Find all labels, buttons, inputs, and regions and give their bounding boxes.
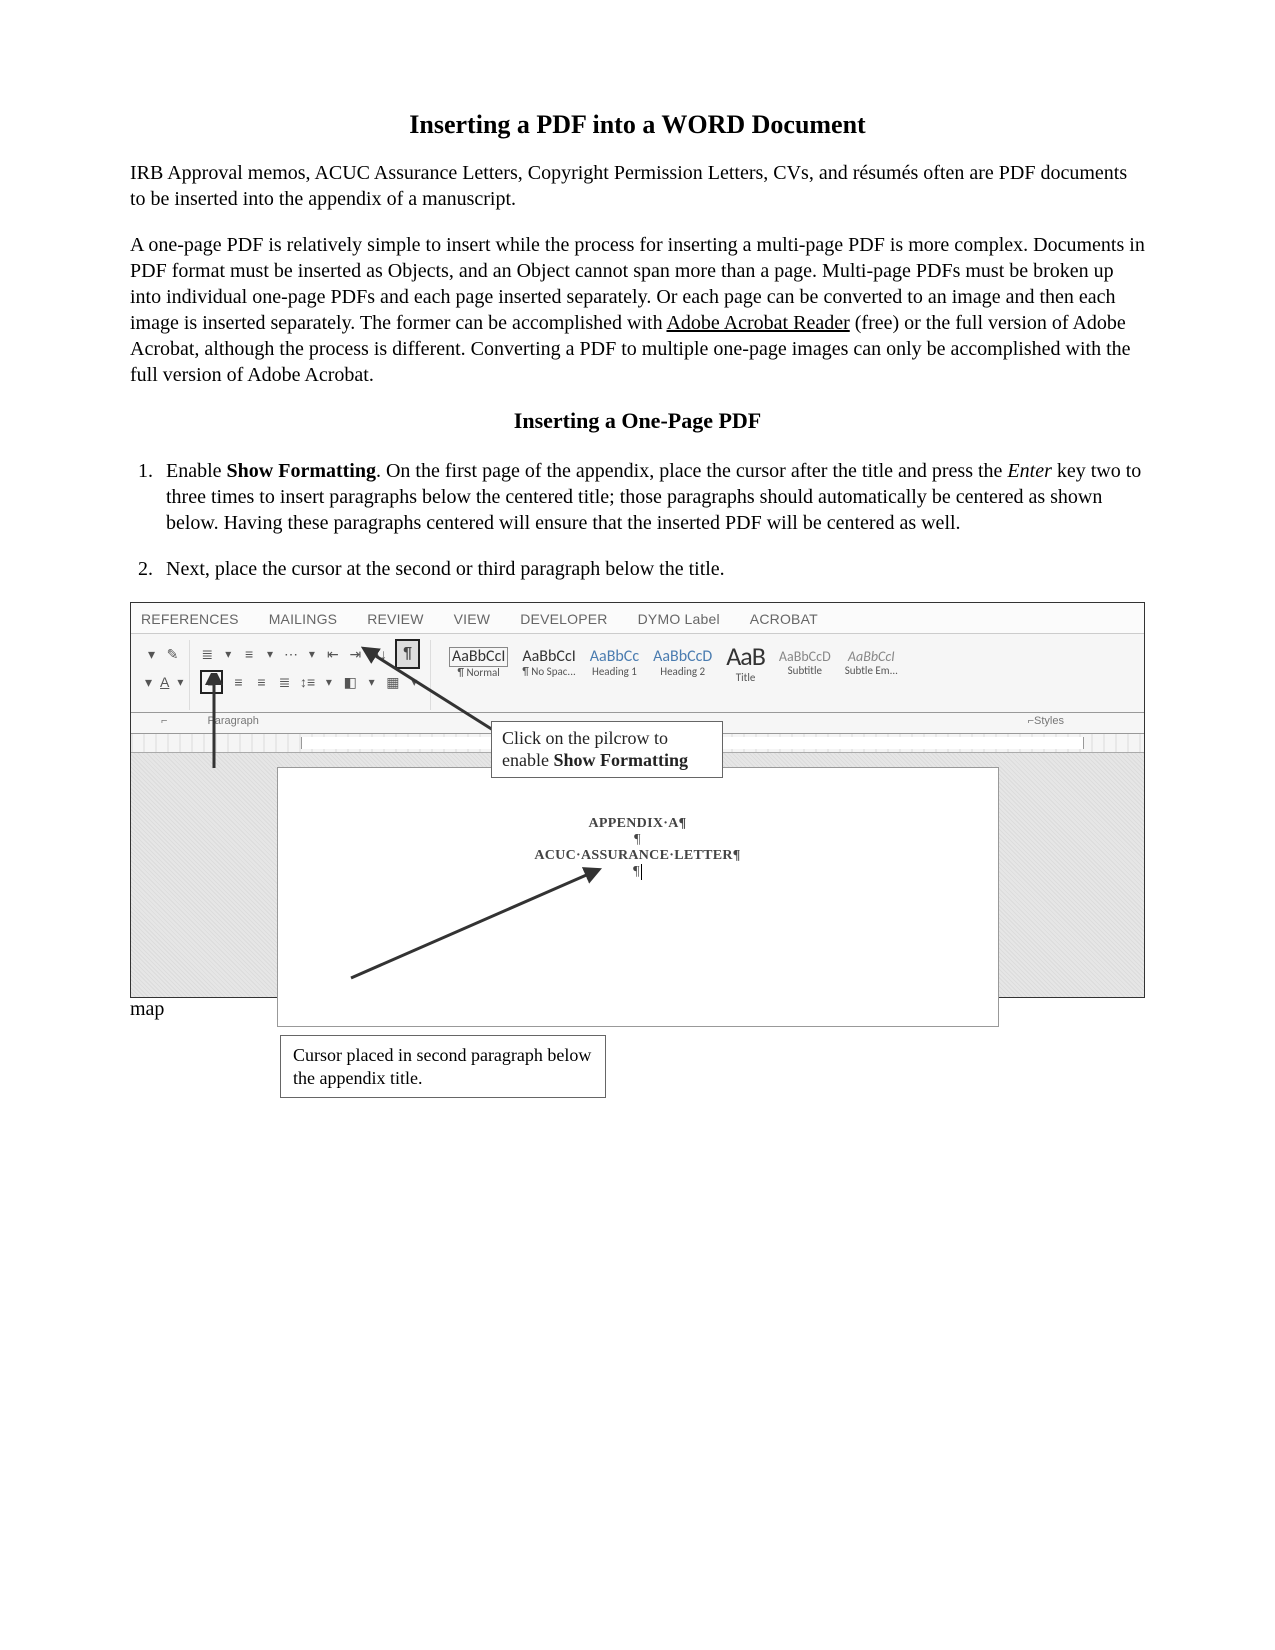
- style-normal[interactable]: AaBbCcI¶ Normal: [449, 647, 508, 680]
- dropdown-icon[interactable]: ▾: [145, 645, 158, 663]
- paragraph-mark-cursor: ¶: [278, 864, 998, 880]
- decrease-indent-icon[interactable]: ⇤: [326, 645, 341, 663]
- page-title: Inserting a PDF into a WORD Document: [130, 110, 1145, 140]
- steps-list: Enable Show Formatting. On the first pag…: [130, 458, 1145, 582]
- show-formatting-bold: Show Formatting: [227, 460, 376, 482]
- style-subtitle[interactable]: AaBbCcDSubtitle: [779, 649, 831, 678]
- tab-developer[interactable]: DEVELOPER: [520, 611, 607, 627]
- pilcrow-button[interactable]: ¶: [395, 639, 420, 669]
- appendix-subtitle-line: ACUC·ASSURANCE·LETTER¶: [278, 848, 998, 864]
- align-center-icon[interactable]: ≡: [231, 673, 246, 691]
- align-left-icon[interactable]: ≡: [200, 670, 223, 694]
- format-painter-icon[interactable]: ✎: [166, 645, 179, 663]
- bullets-icon[interactable]: ≣: [200, 645, 215, 663]
- document-area: APPENDIX·A¶ ¶ ACUC·ASSURANCE·LETTER¶ ¶: [131, 753, 1144, 997]
- pilcrow-callout: Click on the pilcrow to enable Show Form…: [491, 721, 723, 778]
- word-screenshot: REFERENCES MAILINGS REVIEW VIEW DEVELOPE…: [130, 602, 1145, 998]
- style-title[interactable]: AaBTitle: [726, 642, 765, 685]
- step-2: Next, place the cursor at the second or …: [158, 556, 1145, 582]
- style-no-spacing[interactable]: AaBbCcI¶ No Spac...: [522, 648, 575, 679]
- styles-group-label: Styles: [1034, 715, 1064, 727]
- text-cursor-icon: [641, 864, 642, 880]
- tab-dymo-label[interactable]: DYMO Label: [638, 611, 720, 627]
- ribbon-tabs: REFERENCES MAILINGS REVIEW VIEW DEVELOPE…: [131, 603, 1144, 634]
- paragraph-mark: ¶: [278, 832, 998, 848]
- font-color-icon[interactable]: A: [160, 673, 169, 691]
- style-subtle-emphasis[interactable]: AaBbCcISubtle Em...: [845, 649, 898, 678]
- numbering-icon[interactable]: ≡: [242, 645, 257, 663]
- dropdown-icon[interactable]: ▾: [145, 673, 152, 691]
- style-heading-1[interactable]: AaBbCcHeading 1: [590, 648, 639, 679]
- intro-paragraph-2: A one-page PDF is relatively simple to i…: [130, 232, 1145, 388]
- tab-review[interactable]: REVIEW: [367, 611, 423, 627]
- cursor-caption: Cursor placed in second paragraph below …: [280, 1035, 606, 1098]
- styles-gallery[interactable]: AaBbCcI¶ Normal AaBbCcI¶ No Spac... AaBb…: [441, 640, 1130, 687]
- shading-icon[interactable]: ◧: [343, 673, 358, 691]
- tab-mailings[interactable]: MAILINGS: [269, 611, 338, 627]
- align-right-icon[interactable]: ≡: [254, 673, 269, 691]
- line-spacing-icon[interactable]: ↕≡: [300, 673, 315, 691]
- appendix-title-line: APPENDIX·A¶: [278, 816, 998, 832]
- paragraph-group-label: Paragraph: [207, 715, 258, 727]
- justify-icon[interactable]: ≣: [277, 673, 292, 691]
- document-page[interactable]: APPENDIX·A¶ ¶ ACUC·ASSURANCE·LETTER¶ ¶: [277, 767, 999, 1027]
- step-1: Enable Show Formatting. On the first pag…: [158, 458, 1145, 536]
- intro-paragraph-1: IRB Approval memos, ACUC Assurance Lette…: [130, 160, 1145, 212]
- tab-view[interactable]: VIEW: [454, 611, 491, 627]
- sort-icon[interactable]: A↓: [371, 645, 387, 663]
- increase-indent-icon[interactable]: ⇥: [348, 645, 363, 663]
- tab-references[interactable]: REFERENCES: [141, 611, 239, 627]
- tab-acrobat[interactable]: ACROBAT: [750, 611, 818, 627]
- borders-icon[interactable]: ▦: [385, 673, 400, 691]
- enter-key-italic: Enter: [1007, 460, 1051, 482]
- adobe-acrobat-reader-link[interactable]: Adobe Acrobat Reader: [666, 312, 849, 334]
- style-heading-2[interactable]: AaBbCcDHeading 2: [653, 648, 712, 679]
- section-heading: Inserting a One-Page PDF: [130, 408, 1145, 434]
- ribbon-body: ▾✎ ▾A▾ ≣▾ ≡▾ ⋯▾ ⇤ ⇥ A↓ ¶ ≡ ≡: [131, 634, 1144, 713]
- multilevel-list-icon[interactable]: ⋯: [284, 645, 299, 663]
